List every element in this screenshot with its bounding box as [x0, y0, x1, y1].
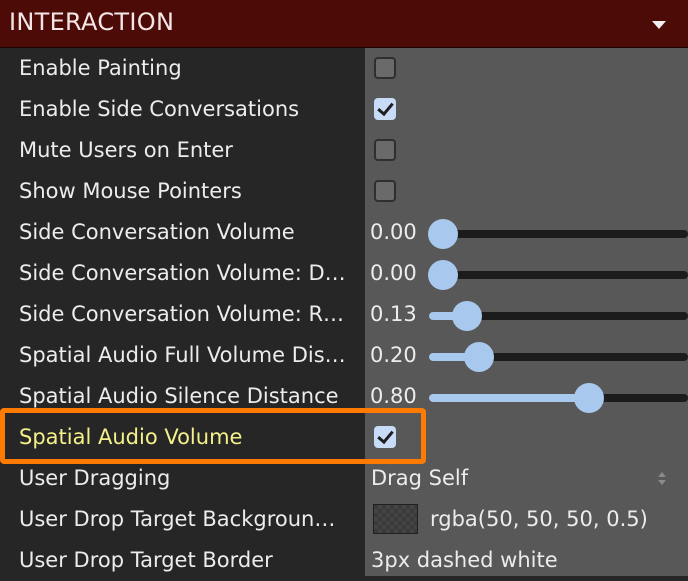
checkbox[interactable]: [374, 139, 396, 161]
setting-row-side-conversation-volume: Side Conversation Volume 0.00: [0, 212, 688, 253]
slider-value: 0.20: [370, 343, 417, 367]
slider-track[interactable]: [428, 260, 688, 290]
color-value[interactable]: rgba(50, 50, 50, 0.5): [430, 499, 648, 540]
slider-thumb[interactable]: [573, 383, 604, 413]
setting-label: User Drop Target Backgroun…: [19, 507, 336, 531]
slider-fill: [429, 394, 589, 402]
slider-value: 0.00: [370, 261, 417, 285]
setting-label: User Dragging: [19, 466, 171, 490]
setting-row-spatial-audio-silence-distance: Spatial Audio Silence Distance 0.80: [0, 376, 688, 417]
setting-label: Show Mouse Pointers: [19, 179, 242, 203]
checkbox[interactable]: [374, 180, 396, 202]
slider-track[interactable]: [428, 219, 688, 249]
slider-thumb[interactable]: [451, 301, 482, 331]
setting-row-user-dragging: User Dragging Drag Self: [0, 458, 688, 499]
slider-track[interactable]: [429, 301, 688, 331]
color-swatch[interactable]: [373, 504, 418, 534]
setting-label: Enable Painting: [19, 56, 182, 80]
setting-row-user-drop-target-border: User Drop Target Border 3px dashed white: [0, 540, 688, 581]
checkbox[interactable]: [374, 57, 396, 79]
setting-row-side-conversation-volume-d: Side Conversation Volume: D… 0.00: [0, 253, 688, 294]
setting-row-enable-side-conversations: Enable Side Conversations: [0, 89, 688, 130]
slider-thumb[interactable]: [464, 342, 495, 372]
setting-label: Side Conversation Volume: D…: [19, 261, 346, 285]
setting-label: Mute Users on Enter: [19, 138, 233, 162]
slider-track[interactable]: [429, 342, 688, 372]
section-title: INTERACTION: [9, 8, 175, 36]
setting-row-spatial-audio-full-volume-dis: Spatial Audio Full Volume Dis… 0.20: [0, 335, 688, 376]
setting-label: Enable Side Conversations: [19, 97, 300, 121]
slider-value: 0.13: [370, 302, 417, 326]
slider-track[interactable]: [429, 383, 688, 413]
collapse-caret-icon[interactable]: [652, 21, 666, 29]
setting-row-side-conversation-volume-r: Side Conversation Volume: R… 0.13: [0, 294, 688, 335]
slider-value: 0.80: [370, 384, 417, 408]
slider-value: 0.00: [370, 220, 417, 244]
slider-thumb[interactable]: [428, 260, 458, 290]
setting-row-user-drop-target-backgroun: User Drop Target Backgroun… rgba(50, 50, …: [0, 499, 688, 540]
setting-label: Spatial Audio Silence Distance: [19, 384, 339, 408]
slider-thumb[interactable]: [428, 219, 458, 249]
setting-label: Side Conversation Volume: [19, 220, 295, 244]
checkbox[interactable]: [374, 98, 396, 120]
checkbox[interactable]: [374, 426, 396, 448]
section-header[interactable]: INTERACTION: [0, 0, 688, 48]
setting-row-show-mouse-pointers: Show Mouse Pointers: [0, 171, 688, 212]
setting-label: User Drop Target Border: [19, 548, 273, 572]
dropdown-select[interactable]: Drag Self: [371, 458, 468, 499]
text-value[interactable]: 3px dashed white: [371, 540, 558, 581]
setting-row-spatial-audio-volume: Spatial Audio Volume: [0, 417, 688, 458]
setting-row-mute-users-on-enter: Mute Users on Enter: [0, 130, 688, 171]
setting-label: Spatial Audio Full Volume Dis…: [19, 343, 346, 367]
select-arrows-icon[interactable]: [656, 471, 668, 487]
setting-label: Spatial Audio Volume: [19, 425, 243, 449]
setting-row-enable-painting: Enable Painting: [0, 48, 688, 89]
setting-label: Side Conversation Volume: R…: [19, 302, 345, 326]
